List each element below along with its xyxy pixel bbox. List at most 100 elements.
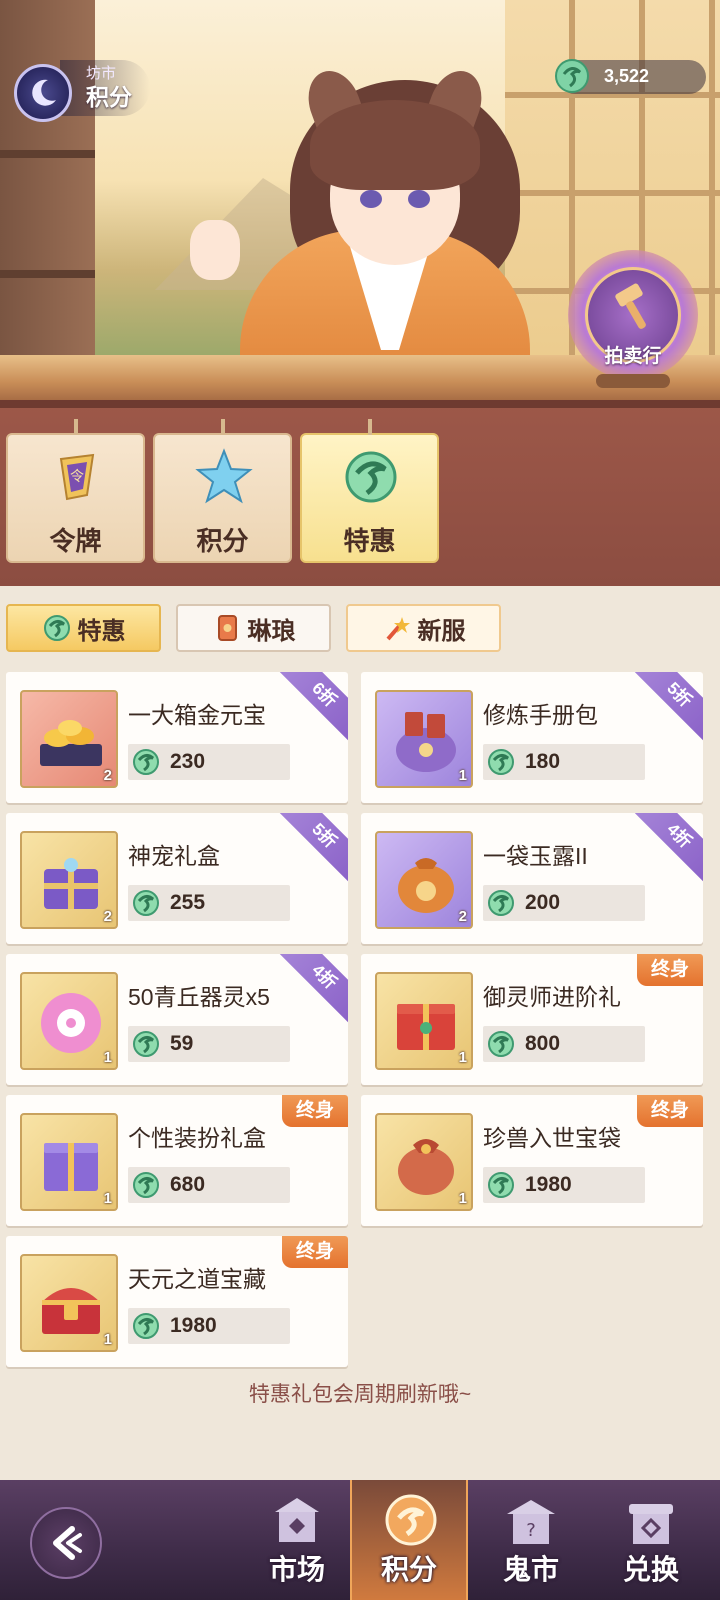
shelf-wall: [0, 0, 95, 370]
ghost-market-icon: ?: [507, 1500, 555, 1544]
tab-special-label: 特惠: [343, 526, 396, 556]
item-qty: 1: [458, 767, 467, 784]
item-card[interactable]: 2 一袋玉露II 200 4折: [361, 813, 703, 944]
auction-button[interactable]: 拍卖行: [568, 250, 698, 388]
item-name: 修炼手册包: [483, 702, 598, 728]
item-qty: 2: [103, 767, 112, 784]
item-price-value: 800: [525, 1032, 561, 1055]
item-thumb: 1: [20, 972, 118, 1070]
discount-ribbon: 6折: [278, 672, 348, 741]
item-name: 一大箱金元宝: [128, 702, 266, 728]
subtab-linlang[interactable]: 琳琅: [176, 604, 331, 652]
tab-special[interactable]: 特惠: [300, 419, 439, 563]
currency-pill[interactable]: 3,522: [555, 59, 706, 94]
item-card[interactable]: 2 神宠礼盒 255 5折: [6, 813, 348, 944]
item-card[interactable]: 1 修炼手册包 180 5折: [361, 672, 703, 803]
back-arrow-icon: [53, 1526, 82, 1560]
item-price-value: 180: [525, 750, 561, 773]
jade-coin-icon: [43, 615, 70, 641]
page-title: 积分: [86, 84, 132, 110]
nav-market[interactable]: 市场: [238, 1480, 356, 1600]
item-price: 255: [128, 885, 290, 921]
beast-treasure-bag-icon: [398, 1139, 454, 1195]
subtab-new-server-label: 新服: [417, 617, 466, 645]
lifetime-tag: 终身: [282, 1095, 348, 1127]
item-card[interactable]: 1 50青丘器灵x5 59 4折: [6, 954, 348, 1085]
item-card[interactable]: 1 天元之道宝藏 1980 终身: [6, 1236, 348, 1367]
costume-gift-box-icon: [44, 1143, 98, 1191]
item-card[interactable]: 2 一大箱金元宝 230 6折: [6, 672, 348, 803]
market-icon: [275, 1498, 319, 1542]
item-name: 一袋玉露II: [483, 843, 588, 869]
bound-jade-icon: [488, 890, 514, 916]
firework-icon: [385, 617, 410, 641]
tab-token-label: 令牌: [49, 526, 102, 556]
treasure-chest-icon: [42, 1288, 100, 1334]
item-card[interactable]: 1 个性装扮礼盒 680 终身: [6, 1095, 348, 1226]
subtab-new-server[interactable]: 新服: [346, 604, 501, 652]
jade-coin-icon: [555, 59, 589, 93]
currency-value: 3,522: [604, 66, 650, 86]
character-illustration: [180, 40, 580, 390]
nav-exchange[interactable]: 兑换: [592, 1480, 710, 1600]
hero-banner: 坊市 积分 3,522 拍卖行: [0, 0, 720, 400]
shop-content: 特惠 琳琅 新服 2 一大箱金元宝 230 6折 1 修炼手册包 180 5折 …: [0, 586, 720, 1480]
nav-ghost-market[interactable]: ? 鬼市: [472, 1480, 590, 1600]
item-name: 珍兽入世宝袋: [483, 1125, 621, 1151]
subtab-linlang-label: 琳琅: [247, 617, 296, 645]
item-price: 59: [128, 1026, 290, 1062]
svg-text:?: ?: [526, 1520, 536, 1541]
jade-dew-bag-icon: [398, 858, 454, 913]
tab-token[interactable]: 令 令牌: [6, 419, 145, 563]
moon-icon[interactable]: [14, 64, 72, 122]
nav-points-label: 积分: [380, 1554, 437, 1585]
item-thumb: 1: [20, 1254, 118, 1352]
tab-points[interactable]: 积分: [153, 419, 292, 563]
bound-jade-icon: [488, 749, 514, 775]
lifetime-tag: 终身: [637, 1095, 703, 1127]
card-icon: [217, 615, 237, 641]
lifetime-tag: 终身: [282, 1236, 348, 1268]
item-card[interactable]: 1 珍兽入世宝袋 1980 终身: [361, 1095, 703, 1226]
subtab-special[interactable]: 特惠: [6, 604, 161, 652]
title-block: 坊市 积分: [60, 60, 150, 116]
gold-ingot-chest-icon: [40, 720, 102, 766]
flower-orb-icon: [41, 993, 101, 1053]
item-name: 50青丘器灵x5: [128, 984, 270, 1010]
item-thumb: 2: [20, 690, 118, 788]
item-price-value: 255: [170, 891, 206, 914]
star-icon: [195, 448, 253, 504]
item-name: 个性装扮礼盒: [128, 1125, 266, 1151]
nav-points[interactable]: 积分: [350, 1480, 468, 1600]
pet-gift-box-icon: [44, 858, 98, 909]
item-thumb: 1: [375, 690, 473, 788]
item-price: 1980: [483, 1167, 645, 1203]
item-card[interactable]: 1 御灵师进阶礼 800 终身: [361, 954, 703, 1085]
item-price-value: 200: [525, 891, 561, 914]
item-qty: 1: [103, 1331, 112, 1348]
item-name: 神宠礼盒: [128, 843, 220, 869]
item-price: 230: [128, 744, 290, 780]
red-gift-box-icon: [397, 1004, 455, 1050]
bound-jade-icon: [488, 1031, 514, 1057]
bottom-nav: 市场 积分 ? 鬼市 兑换: [0, 1480, 720, 1600]
points-icon: [385, 1494, 437, 1546]
item-price: 180: [483, 744, 645, 780]
tab-points-label: 积分: [196, 526, 249, 556]
discount-ribbon: 5折: [278, 813, 348, 882]
back-button[interactable]: [30, 1507, 102, 1579]
item-qty: 1: [458, 1190, 467, 1207]
gavel-icon: [615, 283, 646, 329]
bound-jade-icon: [133, 1031, 159, 1057]
bound-jade-icon: [133, 749, 159, 775]
refresh-note: 特惠礼包会周期刷新哦~: [248, 1383, 472, 1406]
item-name: 御灵师进阶礼: [483, 984, 621, 1010]
item-thumb: 1: [20, 1113, 118, 1211]
item-price: 200: [483, 885, 645, 921]
item-price-value: 1980: [170, 1314, 217, 1337]
discount-ribbon: 4折: [278, 954, 348, 1023]
item-thumb: 1: [375, 1113, 473, 1211]
item-price-value: 680: [170, 1173, 206, 1196]
category-tabs: 令 令牌 积分 特惠: [0, 400, 720, 586]
discount-ribbon: 5折: [633, 672, 703, 741]
